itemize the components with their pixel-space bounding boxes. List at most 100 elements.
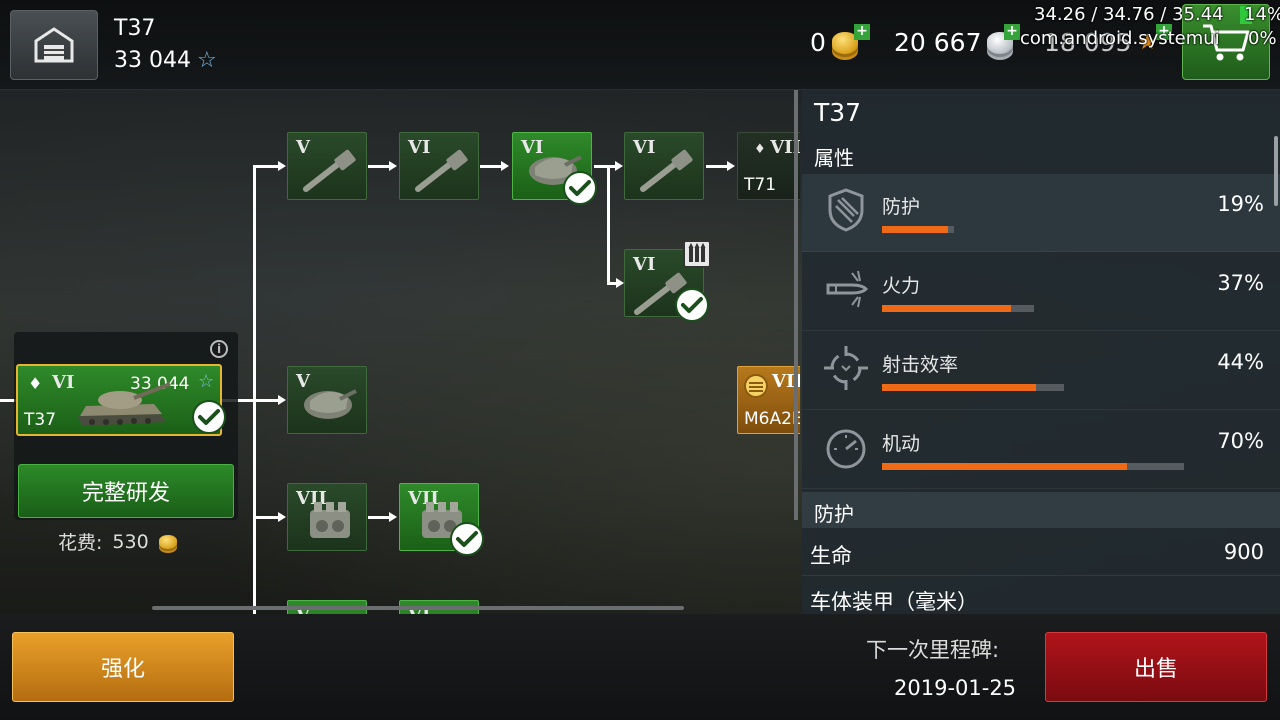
shield-icon — [828, 188, 864, 232]
tank-label: T71 — [744, 175, 777, 195]
stat-bar-fill — [882, 384, 1036, 391]
gun-icon — [415, 149, 468, 192]
engine-icon — [310, 502, 350, 538]
shell-icon — [826, 270, 869, 308]
gold-currency[interactable]: 0 — [810, 28, 858, 57]
garage-icon — [34, 27, 74, 63]
module-gun-4[interactable]: VI — [624, 240, 711, 322]
premium-emblem-icon — [744, 374, 768, 398]
tank-icon — [78, 382, 171, 426]
arrow-icon — [389, 512, 397, 522]
star-icon: ☆ — [198, 371, 215, 392]
selected-tank-card[interactable]: ♦ VI 33 044 ☆ T37 — [16, 364, 226, 436]
panel-scrollbar[interactable] — [1274, 136, 1278, 206]
arrow-icon — [501, 161, 509, 171]
debug-process: com.android.systemui — [1020, 28, 1220, 49]
silver-currency[interactable]: 20 667 — [894, 28, 1014, 57]
tree-vertical-scrollbar[interactable] — [794, 90, 798, 520]
hp-row: 生命 900 — [802, 530, 1280, 576]
module-turret-2[interactable]: V — [287, 366, 367, 434]
arrow-icon — [616, 278, 624, 288]
module-gun-1[interactable]: V — [287, 132, 367, 200]
module-turret-1[interactable]: VI — [512, 132, 597, 205]
horizontal-scrollbar[interactable] — [152, 606, 684, 610]
gun-icon — [303, 149, 356, 192]
connector-line — [594, 165, 616, 168]
arrow-icon — [278, 161, 286, 171]
debug-battery: 14% — [1244, 4, 1280, 25]
stat-row-mobility: 机动 70% — [802, 411, 1280, 489]
gold-value: 0 — [810, 28, 826, 57]
milestone-date: 2019-01-25 — [894, 676, 1017, 700]
premium-tank-m6a2e[interactable]: VII M6A2E — [737, 366, 800, 434]
selected-tank-name: T37 — [24, 410, 57, 430]
stat-row-protection: 防护 19% — [802, 174, 1280, 252]
elite-diamond-icon: ♦ — [28, 374, 43, 393]
ammo-icon — [683, 240, 711, 268]
check-icon — [675, 288, 709, 322]
module-gun-3[interactable]: VI — [624, 132, 704, 200]
info-icon[interactable]: i — [210, 340, 228, 358]
elite-diamond-icon: ♦ — [754, 142, 771, 157]
stat-row-firepower: 火力 37% — [802, 253, 1280, 331]
module-engine-1[interactable]: VII — [287, 483, 367, 551]
debug-cpu: 0% — [1248, 28, 1277, 49]
add-silver-icon[interactable]: + — [1004, 24, 1020, 40]
garage-button[interactable] — [10, 10, 98, 80]
cost-value: 530 — [112, 530, 149, 553]
protection-header: 防护 — [802, 492, 1280, 528]
stat-value: 70% — [1217, 429, 1264, 453]
tank-info-panel[interactable]: T37 属性 防护 19% 火力 37% 射击效率 44% 机动 70% 防护 … — [802, 90, 1280, 614]
crosshair-icon — [824, 346, 868, 390]
attributes-header: 属性 — [814, 146, 854, 170]
upgrade-button[interactable]: 强化 — [12, 632, 234, 702]
connector-line — [368, 516, 390, 519]
tech-tree[interactable]: V VI VI VI ♦ VII T71 VI V VII M6A2E VII … — [0, 90, 800, 614]
debug-fps: 34.26 / 34.76 / 35.44 — [1034, 4, 1224, 25]
stat-name: 机动 — [882, 433, 921, 455]
hp-value: 900 — [1223, 540, 1264, 564]
connector-line — [253, 516, 279, 519]
module-gun-2[interactable]: VI — [399, 132, 479, 200]
connector-line — [706, 165, 728, 168]
arrow-icon — [278, 395, 286, 405]
connector-line — [253, 399, 279, 402]
milestone-label: 下一次里程碑: — [866, 638, 1000, 662]
stat-name: 射击效率 — [882, 354, 959, 376]
connector-line — [253, 165, 279, 168]
stat-name: 火力 — [882, 275, 921, 297]
top-bar: T37 33 044 ☆ 0 + 20 667 + 18 095 ★ + 34.… — [0, 0, 1280, 90]
research-cost: 花费: 530 — [58, 528, 177, 555]
turret-icon — [304, 389, 357, 419]
connector-line — [607, 165, 610, 283]
gun-icon — [640, 149, 693, 192]
stat-bar-fill — [882, 305, 1011, 312]
arrow-icon — [389, 161, 397, 171]
speedometer-icon — [826, 429, 866, 469]
stat-name: 防护 — [882, 196, 921, 218]
stat-value: 44% — [1217, 350, 1264, 374]
connector-line — [480, 165, 502, 168]
connector-line — [253, 165, 256, 614]
star-icon: ☆ — [196, 48, 217, 73]
sell-button[interactable]: 出售 — [1045, 632, 1267, 702]
hull-armor-label: 车体装甲（毫米） — [810, 590, 978, 614]
panel-title: T37 — [814, 98, 862, 127]
module-engine-2[interactable]: VII — [399, 483, 484, 556]
next-tank-t71[interactable]: ♦ VII T71 — [737, 132, 800, 200]
connector-line — [368, 165, 390, 168]
full-research-button[interactable]: 完整研发 — [18, 464, 234, 518]
arrow-icon — [727, 161, 735, 171]
check-icon — [192, 400, 226, 434]
check-icon — [563, 171, 597, 205]
stat-bar-fill — [882, 463, 1127, 470]
cost-label: 花费: — [58, 532, 103, 554]
stat-value: 19% — [1217, 192, 1264, 216]
gold-coin-icon — [158, 534, 177, 549]
tank-xp-value: 33 044 — [114, 48, 191, 73]
check-icon — [450, 522, 484, 556]
add-gold-icon[interactable]: + — [854, 24, 870, 40]
stat-bar-fill — [882, 226, 948, 233]
arrow-icon — [278, 512, 286, 522]
tank-xp: 33 044 ☆ — [114, 48, 217, 73]
